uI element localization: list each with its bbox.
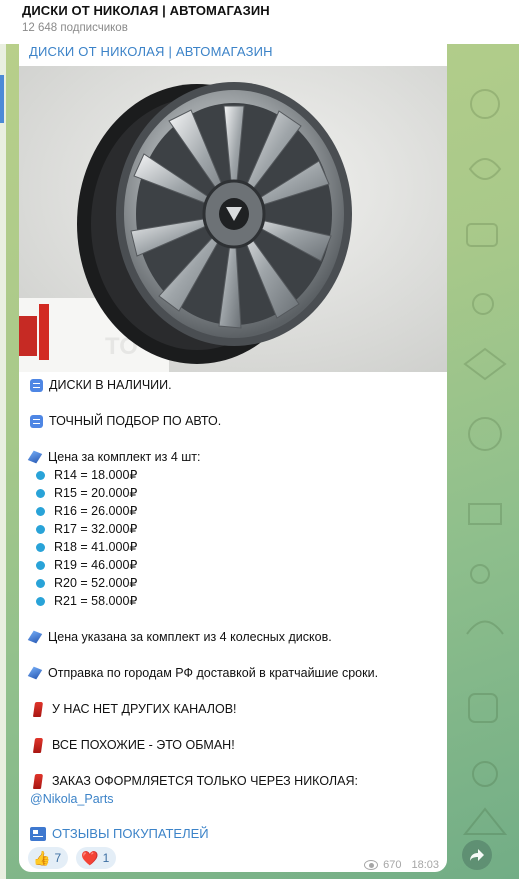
fit-line: ТОЧНЫЙ ПОДБОР ПО АВТО. [30,412,440,430]
blue-dot-icon [36,470,45,480]
blue-dot-icon [36,578,45,588]
reaction-heart[interactable]: ❤️ 1 [76,847,117,869]
fakes-line: ВСЕ ПОХОЖИЕ - ЭТО ОБМАН! [30,736,440,754]
contact-line: @Nikola_Parts [30,790,440,808]
blue-dot-icon [36,506,45,516]
blue-dot-icon [36,560,45,570]
price-item: R14 = 18.000₽ [30,466,440,484]
price-title-line: Цена за комплект из 4 шт: [27,448,440,466]
channel-title[interactable]: ДИСКИ ОТ НИКОЛАЯ | АВТОМАГАЗИН [22,3,270,18]
post-meta: 670 18:03 [364,859,439,871]
heart-icon: ❤️ [81,849,99,866]
reviews-link[interactable]: ОТЗЫВЫ ПОКУПАТЕЛЕЙ [30,826,209,841]
red-flag-icon [32,773,44,789]
stock-line: ДИСКИ В НАЛИЧИИ. [30,376,440,394]
reaction-thumbs-up[interactable]: 👍 7 [28,847,69,869]
wheel-photo[interactable]: TO [19,66,447,372]
price-item: R20 = 52.000₽ [30,574,440,592]
no-channels-line: У НАС НЕТ ДРУГИХ КАНАЛОВ! [30,700,440,718]
blue-dot-icon [36,488,45,498]
document-icon [30,414,43,428]
view-count: 670 [383,859,402,871]
left-panel-edge [0,44,6,879]
blue-diamond-icon [27,450,43,464]
reactions-bar: 👍 7 ❤️ 1 [28,847,117,869]
document-icon [30,378,43,392]
views-eye-icon [364,860,379,870]
price-item: R19 = 46.000₽ [30,556,440,574]
subscriber-count: 12 648 подписчиков [22,22,128,34]
post-time: 18:03 [411,859,439,871]
post-bubble[interactable]: ДИСКИ ОТ НИКОЛАЯ | АВТОМАГАЗИН TO ДИСКИ … [19,44,447,872]
share-button[interactable] [462,840,492,870]
order-line: ЗАКАЗ ОФОРМЛЯЕТСЯ ТОЛЬКО ЧЕРЕЗ НИКОЛАЯ: [30,772,440,790]
blue-diamond-icon [27,666,43,680]
left-panel-accent [0,75,4,123]
blue-dot-icon [36,596,45,606]
reviews-link-label[interactable]: ОТЗЫВЫ ПОКУПАТЕЛЕЙ [52,826,209,841]
price-item: R18 = 41.000₽ [30,538,440,556]
price-item: R21 = 58.000₽ [30,592,440,610]
price-note-line: Цена указана за комплект из 4 колесных д… [27,628,440,646]
reaction-count: 7 [54,851,62,865]
alloy-wheel-image: TO [19,66,447,372]
post-channel-name[interactable]: ДИСКИ ОТ НИКОЛАЯ | АВТОМАГАЗИН [29,44,273,59]
blue-dot-icon [36,542,45,552]
share-arrow-icon [470,849,484,861]
shipping-line: Отправка по городам РФ доставкой в кратч… [27,664,440,682]
blue-diamond-icon [27,630,43,644]
post-text: ДИСКИ В НАЛИЧИИ. ТОЧНЫЙ ПОДБОР ПО АВТО. … [27,376,440,808]
price-item: R16 = 26.000₽ [30,502,440,520]
newspaper-icon [30,826,46,841]
chat-header[interactable]: ДИСКИ ОТ НИКОЛАЯ | АВТОМАГАЗИН 12 648 по… [0,0,519,44]
red-flag-icon [32,737,44,753]
price-item: R15 = 20.000₽ [30,484,440,502]
contact-link[interactable]: @Nikola_Parts [30,790,114,808]
price-item: R17 = 32.000₽ [30,520,440,538]
thumbs-up-icon: 👍 [33,849,51,866]
blue-dot-icon [36,524,45,534]
red-flag-icon [32,701,44,717]
reaction-count: 1 [102,851,110,865]
doodle-pattern-icon [462,89,508,835]
